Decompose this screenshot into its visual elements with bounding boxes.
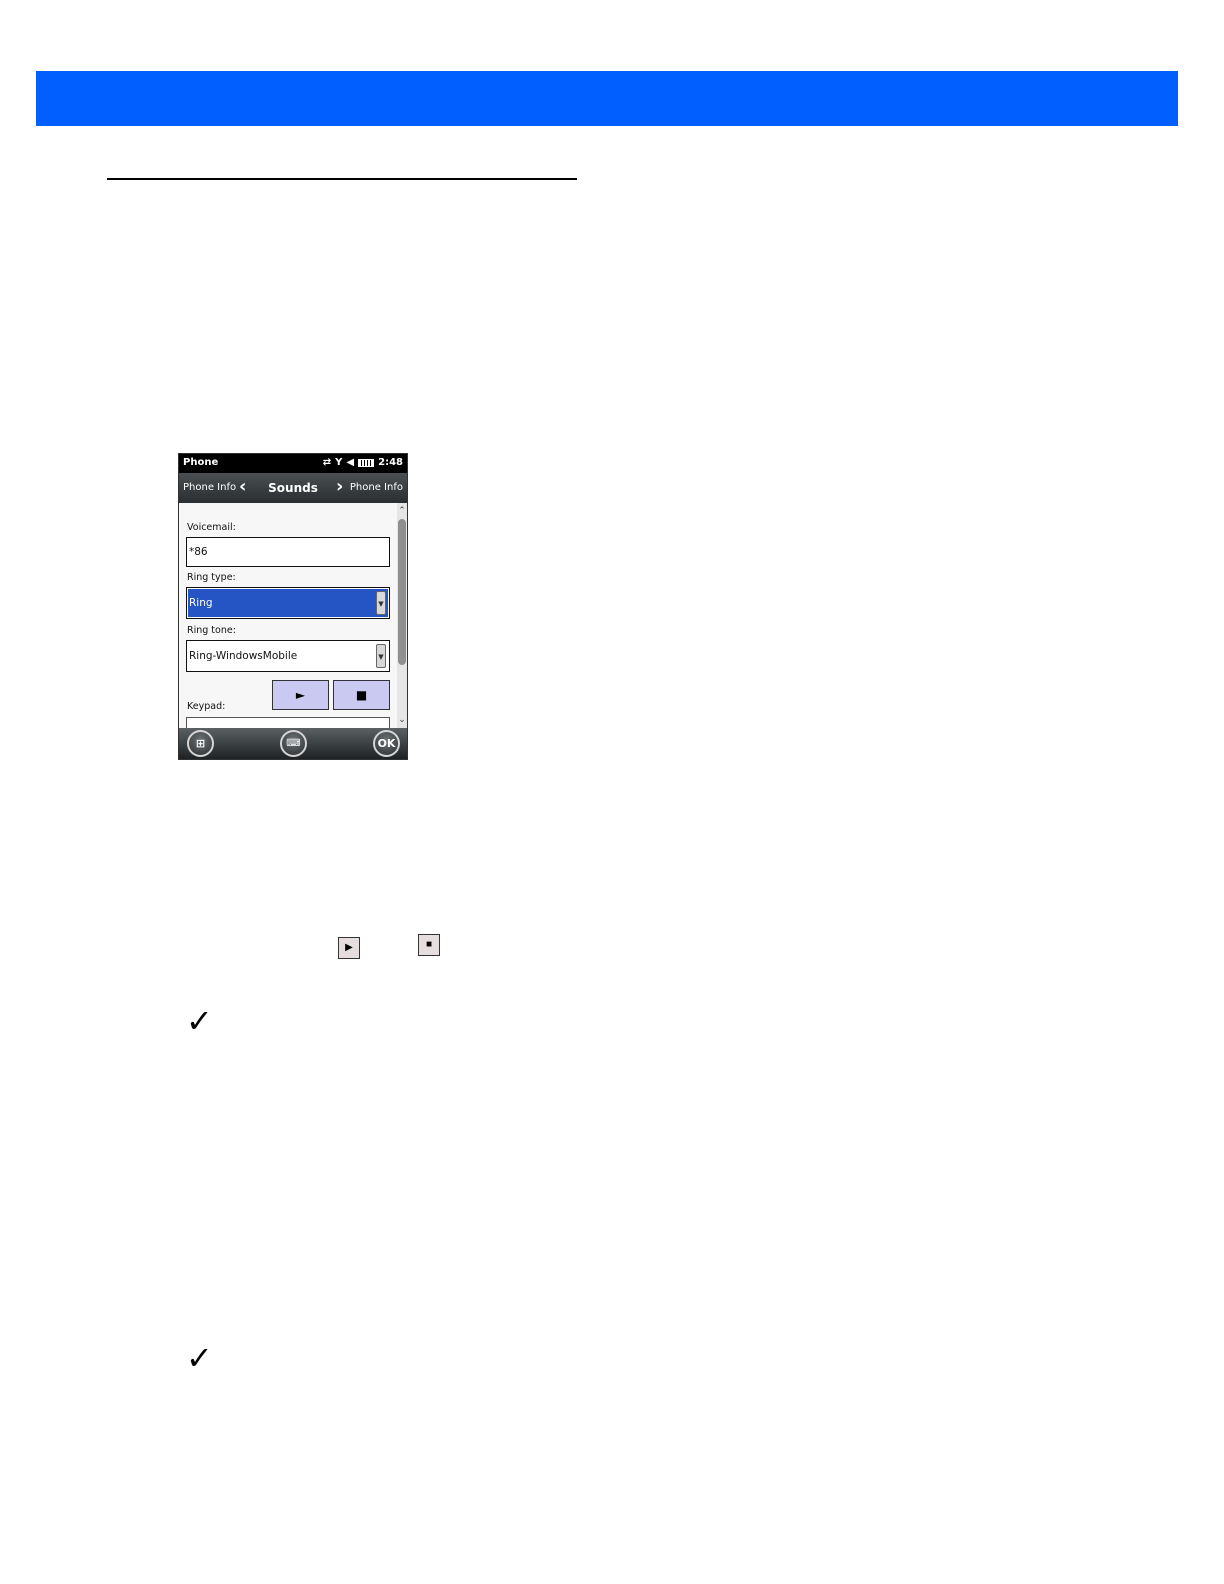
stop-icon: ■ [418, 934, 440, 956]
scrollbar[interactable]: ⌃ ⌄ [397, 503, 407, 728]
windows-start-icon[interactable]: ⊞ [187, 730, 214, 757]
header-bar [36, 71, 1178, 126]
tab-next-phone-info[interactable]: Phone Info [350, 482, 403, 493]
phone-screenshot: Phone ⇄ Y ◀ 2:48 Phone Info ‹ Sounds › P… [178, 453, 408, 760]
softkey-bar: ⊞ ⌨ OK [179, 728, 407, 759]
stop-button[interactable]: ■ [333, 680, 390, 710]
dropdown-arrow-icon[interactable]: ▼ [376, 644, 386, 668]
ring-type-label: Ring type: [187, 572, 236, 583]
scroll-up-icon[interactable]: ⌃ [397, 505, 407, 517]
status-title: Phone [183, 457, 219, 468]
chevron-right-icon[interactable]: › [336, 477, 343, 497]
sync-icon: ⇄ [322, 457, 332, 468]
play-button[interactable]: ► [272, 680, 329, 710]
ring-tone-select[interactable]: Ring-WindowsMobile ▼ [186, 640, 390, 672]
speaker-muted-icon: ◀ [346, 457, 355, 468]
scroll-down-icon[interactable]: ⌄ [397, 714, 407, 726]
ring-tone-label: Ring tone: [187, 625, 236, 636]
ring-tone-value: Ring-WindowsMobile [189, 650, 298, 662]
status-bar: Phone ⇄ Y ◀ 2:48 [179, 454, 407, 473]
dropdown-arrow-icon[interactable]: ▼ [376, 591, 386, 615]
ring-type-value: Ring [188, 589, 388, 617]
keypad-label: Keypad: [187, 701, 226, 712]
play-icon: ▶ [338, 937, 360, 959]
battery-icon [358, 459, 375, 467]
tab-nav-bar: Phone Info ‹ Sounds › Phone Info [179, 473, 407, 503]
status-icons: ⇄ Y ◀ 2:48 [323, 456, 403, 470]
keyboard-icon[interactable]: ⌨ [280, 730, 307, 757]
note-check-icon: ✓ [186, 1002, 213, 1040]
voicemail-label: Voicemail: [187, 522, 236, 533]
signal-icon: Y [335, 457, 343, 468]
scroll-thumb[interactable] [398, 519, 406, 665]
voicemail-input[interactable]: *86 [186, 537, 390, 567]
ring-type-select[interactable]: Ring ▼ [186, 587, 390, 619]
section-rule [107, 178, 577, 180]
status-time: 2:48 [378, 457, 403, 468]
note-check-icon: ✓ [186, 1339, 213, 1377]
ok-button[interactable]: OK [373, 730, 400, 757]
